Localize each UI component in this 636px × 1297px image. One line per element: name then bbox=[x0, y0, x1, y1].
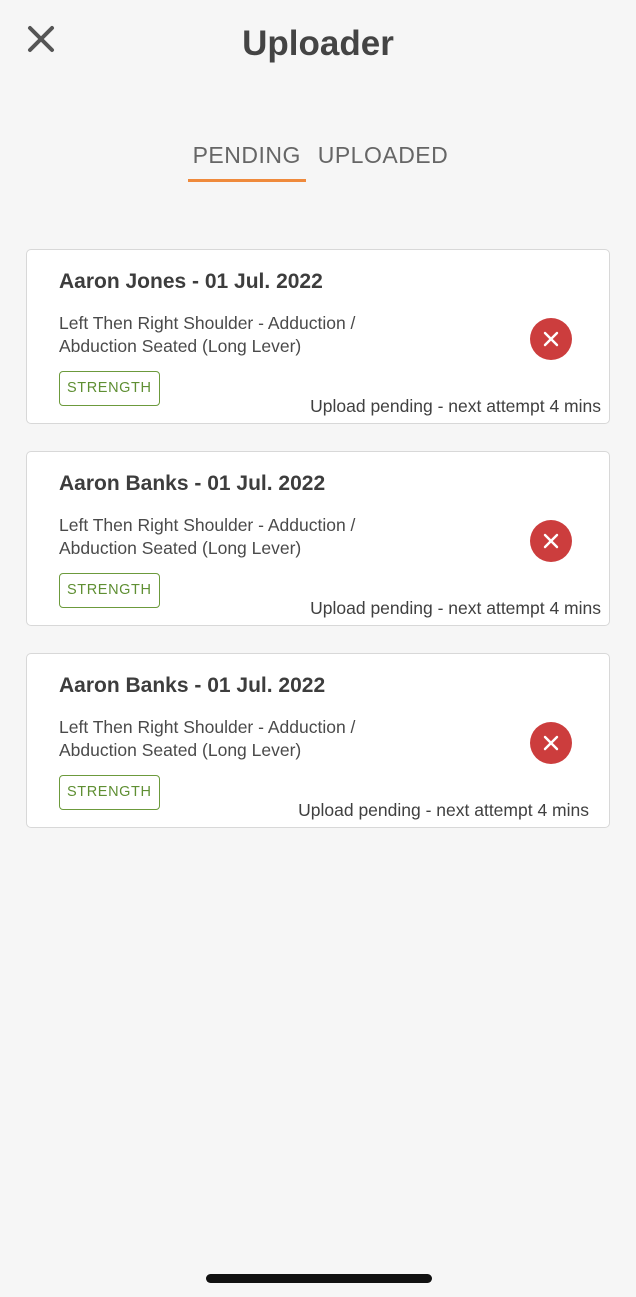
upload-card-title: Aaron Banks - 01 Jul. 2022 bbox=[59, 674, 326, 697]
remove-x-icon bbox=[543, 735, 559, 751]
description-line: Left Then Right Shoulder - Adduction / bbox=[59, 515, 356, 535]
description-line: Abduction Seated (Long Lever) bbox=[59, 740, 302, 760]
upload-card[interactable]: Aaron Banks - 01 Jul. 2022 Left Then Rig… bbox=[26, 653, 610, 828]
upload-card-description: Left Then Right Shoulder - Adduction / A… bbox=[59, 312, 449, 358]
page-title: Uploader bbox=[242, 24, 394, 63]
header: Uploader bbox=[0, 0, 636, 100]
home-indicator[interactable] bbox=[206, 1274, 432, 1283]
remove-upload-button[interactable] bbox=[530, 520, 572, 562]
upload-card-description: Left Then Right Shoulder - Adduction / A… bbox=[59, 716, 449, 762]
description-line: Left Then Right Shoulder - Adduction / bbox=[59, 313, 356, 333]
remove-x-icon bbox=[543, 331, 559, 347]
description-line: Left Then Right Shoulder - Adduction / bbox=[59, 717, 356, 737]
upload-card-title: Aaron Banks - 01 Jul. 2022 bbox=[59, 472, 326, 495]
upload-card-title: Aaron Jones - 01 Jul. 2022 bbox=[59, 270, 323, 293]
tab-pending[interactable]: PENDING bbox=[187, 142, 306, 182]
remove-x-icon bbox=[543, 533, 559, 549]
tab-bar: PENDING UPLOADED bbox=[0, 142, 636, 182]
category-badge: STRENGTH bbox=[59, 371, 160, 406]
category-badge: STRENGTH bbox=[59, 573, 160, 608]
category-badge: STRENGTH bbox=[59, 775, 160, 810]
remove-upload-button[interactable] bbox=[530, 722, 572, 764]
description-line: Abduction Seated (Long Lever) bbox=[59, 336, 302, 356]
upload-list: Aaron Jones - 01 Jul. 2022 Left Then Rig… bbox=[26, 249, 610, 855]
upload-card[interactable]: Aaron Banks - 01 Jul. 2022 Left Then Rig… bbox=[26, 451, 610, 626]
description-line: Abduction Seated (Long Lever) bbox=[59, 538, 302, 558]
upload-status: Upload pending - next attempt 4 mins bbox=[298, 800, 589, 820]
upload-status: Upload pending - next attempt 4 mins bbox=[310, 598, 601, 618]
remove-upload-button[interactable] bbox=[530, 318, 572, 360]
upload-card[interactable]: Aaron Jones - 01 Jul. 2022 Left Then Rig… bbox=[26, 249, 610, 424]
tab-uploaded[interactable]: UPLOADED bbox=[318, 142, 449, 182]
upload-card-description: Left Then Right Shoulder - Adduction / A… bbox=[59, 514, 449, 560]
upload-status: Upload pending - next attempt 4 mins bbox=[310, 396, 601, 416]
